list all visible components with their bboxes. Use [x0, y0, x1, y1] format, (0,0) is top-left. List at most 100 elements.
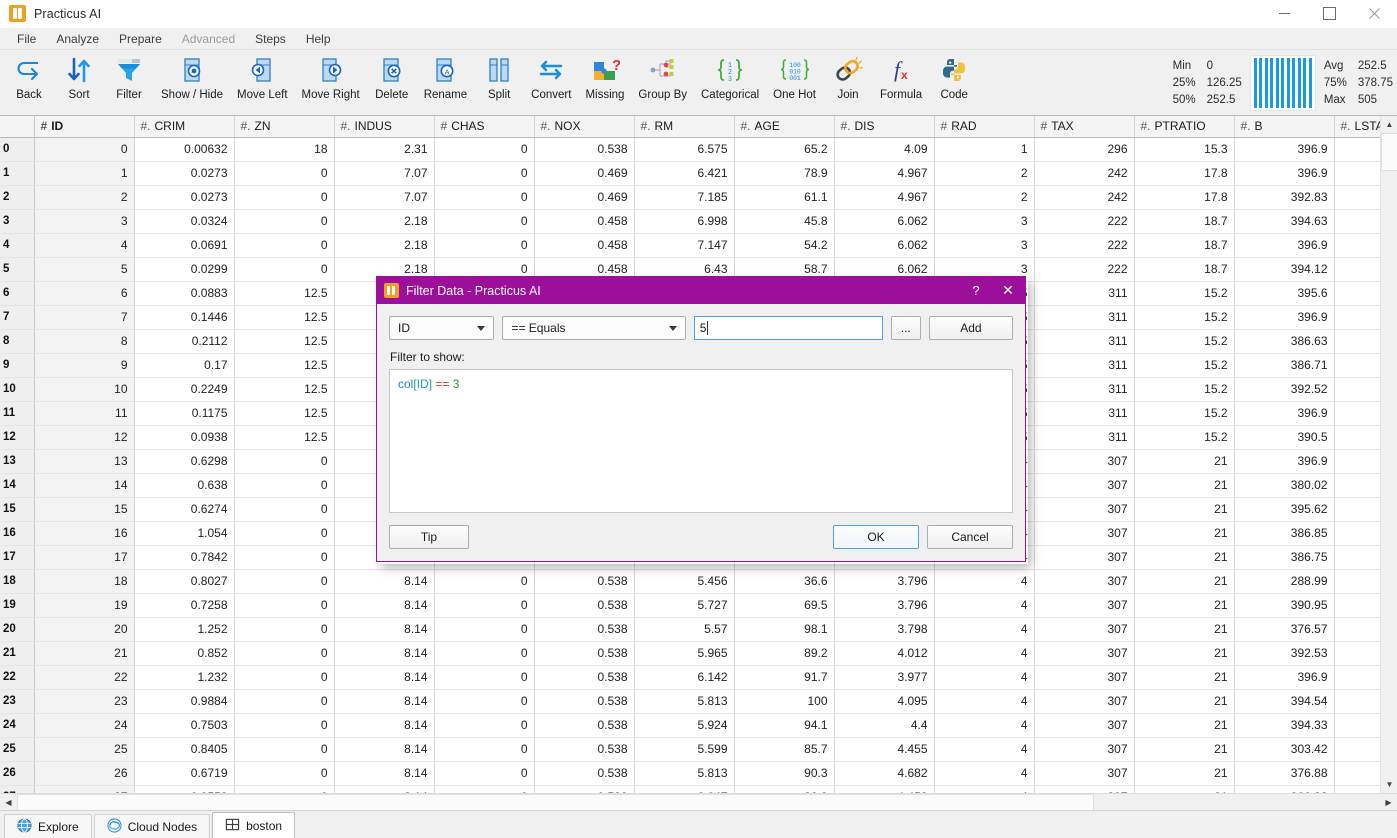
table-cell[interactable]: 0 [234, 473, 334, 497]
table-cell[interactable]: 12.5 [234, 425, 334, 449]
row-header-cell[interactable]: 9 [0, 353, 34, 377]
row-header-cell[interactable]: 13 [0, 449, 34, 473]
table-cell[interactable]: 307 [1034, 665, 1134, 689]
table-cell[interactable]: 6.575 [634, 137, 734, 161]
table-cell[interactable]: 5.599 [634, 737, 734, 761]
table-cell[interactable]: 0.0273 [134, 161, 234, 185]
table-cell[interactable]: 0.8405 [134, 737, 234, 761]
table-cell[interactable]: 0.6274 [134, 497, 234, 521]
table-cell[interactable]: 15.2 [1134, 353, 1234, 377]
table-cell[interactable]: 311 [1034, 401, 1134, 425]
table-cell[interactable]: 0.7503 [134, 713, 234, 737]
table-cell[interactable]: 396.9 [1234, 161, 1334, 185]
table-cell[interactable]: 8.14 [334, 593, 434, 617]
table-cell[interactable]: 0.538 [534, 737, 634, 761]
table-cell[interactable]: 14 [34, 473, 134, 497]
minimize-icon[interactable] [1262, 0, 1307, 28]
column-header-tax[interactable]: #TAX [1034, 116, 1134, 137]
row-header-cell[interactable]: 16 [0, 521, 34, 545]
table-cell[interactable]: 0 [234, 665, 334, 689]
toolbar-join-button[interactable]: Join [823, 50, 873, 112]
table-cell[interactable]: 27 [34, 785, 134, 793]
vertical-scrollbar[interactable]: ▲ ▼ [1380, 116, 1397, 793]
table-cell[interactable]: 0 [234, 689, 334, 713]
table-cell[interactable]: 15.2 [1134, 281, 1234, 305]
table-cell[interactable]: 0.0883 [134, 281, 234, 305]
table-cell[interactable]: 8.14 [334, 569, 434, 593]
row-header-cell[interactable]: 21 [0, 641, 34, 665]
table-cell[interactable]: 396.9 [1234, 305, 1334, 329]
table-cell[interactable]: 0.538 [534, 761, 634, 785]
table-cell[interactable]: 0.1175 [134, 401, 234, 425]
table-cell[interactable]: 18 [34, 569, 134, 593]
table-cell[interactable]: 307 [1034, 449, 1134, 473]
table-cell[interactable]: 307 [1034, 617, 1134, 641]
table-cell[interactable]: 394.33 [1234, 713, 1334, 737]
table-cell[interactable]: 17.8 [1134, 185, 1234, 209]
scroll-down-icon[interactable]: ▼ [1381, 776, 1397, 793]
table-cell[interactable]: 5.813 [634, 689, 734, 713]
table-cell[interactable]: 5 [34, 257, 134, 281]
table-cell[interactable]: 23 [34, 689, 134, 713]
cancel-button[interactable]: Cancel [927, 525, 1013, 549]
table-cell[interactable]: 21 [1134, 617, 1234, 641]
table-cell[interactable]: 4 [934, 689, 1034, 713]
browse-values-button[interactable]: ... [891, 316, 921, 340]
toolbar-split-button[interactable]: Split [474, 50, 524, 112]
table-cell[interactable]: 98.1 [734, 617, 834, 641]
table-cell[interactable]: 91.7 [734, 665, 834, 689]
table-cell[interactable]: 394.63 [1234, 209, 1334, 233]
filter-expression-editor[interactable]: col[ID] == 3 [389, 369, 1013, 513]
column-header-age[interactable]: #.AGE [734, 116, 834, 137]
table-cell[interactable]: 0.538 [534, 593, 634, 617]
table-cell[interactable]: 307 [1034, 593, 1134, 617]
toolbar-show-hide-button[interactable]: Show / Hide [154, 50, 230, 112]
table-cell[interactable]: 0.852 [134, 641, 234, 665]
table-cell[interactable]: 296 [1034, 137, 1134, 161]
table-cell[interactable]: 10 [34, 377, 134, 401]
table-cell[interactable]: 6.062 [834, 209, 934, 233]
table-cell[interactable]: 12 [34, 425, 134, 449]
table-cell[interactable]: 22 [34, 665, 134, 689]
table-cell[interactable]: 25 [34, 737, 134, 761]
table-cell[interactable]: 4.09 [834, 137, 934, 161]
table-cell[interactable]: 386.71 [1234, 353, 1334, 377]
table-cell[interactable]: 21 [1134, 761, 1234, 785]
table-cell[interactable]: 0 [234, 761, 334, 785]
table-cell[interactable]: 396.9 [1234, 449, 1334, 473]
table-cell[interactable]: 5.57 [634, 617, 734, 641]
table-cell[interactable]: 288.99 [1234, 569, 1334, 593]
table-cell[interactable]: 0.0273 [134, 185, 234, 209]
table-cell[interactable]: 4 [934, 641, 1034, 665]
table-cell[interactable]: 4 [934, 761, 1034, 785]
column-header-dis[interactable]: #.DIS [834, 116, 934, 137]
table-cell[interactable]: 2 [934, 161, 1034, 185]
table-cell[interactable]: 18 [234, 137, 334, 161]
table-cell[interactable]: 0 [434, 713, 534, 737]
table-cell[interactable]: 0 [434, 233, 534, 257]
table-cell[interactable]: 5.965 [634, 641, 734, 665]
row-header-cell[interactable]: 2 [0, 185, 34, 209]
table-cell[interactable]: 5.813 [634, 761, 734, 785]
table-cell[interactable]: 15.2 [1134, 425, 1234, 449]
table-cell[interactable]: 5.456 [634, 569, 734, 593]
table-cell[interactable]: 311 [1034, 305, 1134, 329]
table-cell[interactable]: 8.14 [334, 713, 434, 737]
table-cell[interactable]: 4 [934, 785, 1034, 793]
table-cell[interactable]: 0 [234, 617, 334, 641]
table-cell[interactable]: 24 [34, 713, 134, 737]
row-header-cell[interactable]: 22 [0, 665, 34, 689]
table-cell[interactable]: 3.796 [834, 569, 934, 593]
column-header-rm[interactable]: #.RM [634, 116, 734, 137]
table-row[interactable]: 18180.802708.1400.5385.45636.63.79643072… [0, 569, 1397, 593]
table-cell[interactable]: 376.88 [1234, 761, 1334, 785]
toolbar-one-hot-button[interactable]: 100 010 001 One Hot [766, 50, 823, 112]
table-cell[interactable]: 0 [434, 641, 534, 665]
table-cell[interactable]: 0 [434, 689, 534, 713]
column-header-indus[interactable]: #.INDUS [334, 116, 434, 137]
table-cell[interactable]: 0 [234, 257, 334, 281]
table-cell[interactable]: 395.62 [1234, 497, 1334, 521]
table-cell[interactable]: 8.14 [334, 737, 434, 761]
table-cell[interactable]: 18.7 [1134, 257, 1234, 281]
row-header-cell[interactable]: 14 [0, 473, 34, 497]
